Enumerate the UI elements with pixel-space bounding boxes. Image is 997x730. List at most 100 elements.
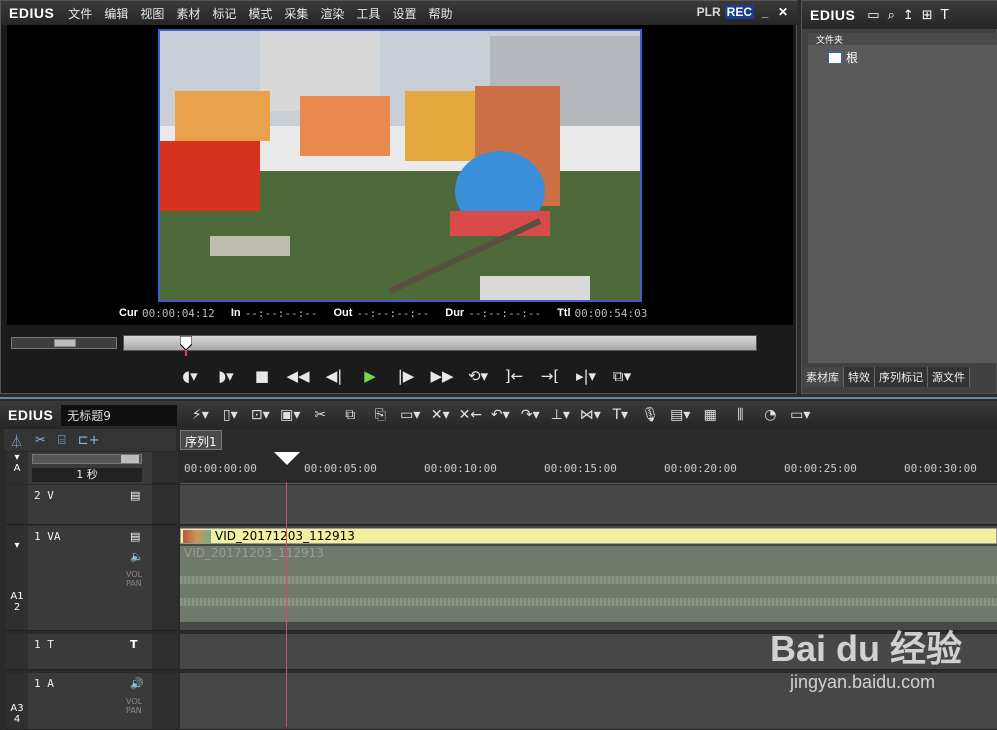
- overwrite-icon[interactable]: →[: [537, 365, 563, 387]
- sequence-tab[interactable]: 序列1: [180, 430, 222, 450]
- track-1t-side[interactable]: [6, 634, 28, 669]
- menu-settings[interactable]: 设置: [386, 5, 422, 22]
- menu-view[interactable]: 视图: [134, 5, 170, 22]
- ripple-icon[interactable]: ▸|▾: [573, 365, 599, 387]
- vol-pan-label[interactable]: VOL PAN: [126, 697, 152, 715]
- track-add-icon[interactable]: ⊏+: [78, 433, 100, 448]
- video-clip[interactable]: VID_20171203_112913: [180, 528, 997, 544]
- mixer-icon[interactable]: ⫼: [725, 407, 755, 423]
- grid-icon[interactable]: ▦: [695, 407, 725, 423]
- rewind-icon[interactable]: ◀◀: [285, 365, 311, 387]
- loop-icon[interactable]: ⟲▾: [465, 365, 491, 387]
- playhead-marker-icon[interactable]: [274, 452, 300, 466]
- replace-icon[interactable]: ▭▾: [395, 407, 425, 423]
- track-lane-1va[interactable]: VID_20171203_112913 VID_20171203_112913: [180, 526, 997, 631]
- delete-icon[interactable]: ✕▾: [425, 407, 455, 423]
- layout-icon[interactable]: ▭▾: [785, 407, 815, 423]
- search-icon[interactable]: ⌕: [888, 8, 895, 23]
- transition-icon[interactable]: ⋈▾: [575, 407, 605, 423]
- scrub-knob-icon[interactable]: [180, 336, 192, 356]
- title-tool-icon[interactable]: T▾: [605, 407, 635, 423]
- track-1va-sync[interactable]: [152, 526, 178, 631]
- tab-sequence-markers[interactable]: 序列标记: [875, 367, 928, 387]
- speaker-icon[interactable]: 🔊: [130, 677, 144, 690]
- paste-icon[interactable]: ⎘: [365, 407, 395, 423]
- step-forward-icon[interactable]: |▶: [393, 365, 419, 387]
- redo-icon[interactable]: ↷▾: [515, 407, 545, 423]
- menu-marker[interactable]: 标记: [206, 5, 242, 22]
- render-icon[interactable]: ▤▾: [665, 407, 695, 423]
- menu-render[interactable]: 渲染: [314, 5, 350, 22]
- play-icon[interactable]: ▶: [357, 365, 383, 387]
- open-icon[interactable]: ⊡▾: [245, 407, 275, 423]
- up-icon[interactable]: ↥: [903, 8, 914, 23]
- close-icon[interactable]: ✕: [776, 5, 790, 19]
- set-in-icon[interactable]: ◖▾: [177, 365, 203, 387]
- video-monitor-icon[interactable]: ▤: [130, 489, 140, 502]
- ripple-delete-icon[interactable]: ✕←: [455, 407, 485, 423]
- cut-icon[interactable]: ✂: [305, 407, 335, 423]
- new-icon[interactable]: ▯▾: [215, 407, 245, 423]
- tab-effects[interactable]: 特效: [844, 367, 875, 387]
- copy-icon[interactable]: ⧉: [335, 407, 365, 423]
- audio-clip[interactable]: VID_20171203_112913: [180, 546, 997, 622]
- menu-clip[interactable]: 素材: [170, 5, 206, 22]
- menu-file[interactable]: 文件: [62, 5, 98, 22]
- root-folder[interactable]: 根: [808, 49, 997, 66]
- track-header-2v[interactable]: 2 V ▤: [6, 485, 152, 525]
- track-header-1t[interactable]: 1 T T: [6, 634, 152, 670]
- menu-mode[interactable]: 模式: [242, 5, 278, 22]
- speaker-icon[interactable]: 🔈: [130, 550, 144, 563]
- track-1a-side[interactable]: A3 4: [6, 673, 28, 729]
- minimize-icon[interactable]: _: [758, 5, 772, 19]
- snap-icon[interactable]: ⌸: [58, 433, 66, 448]
- tab-bin[interactable]: 素材库: [802, 367, 844, 387]
- track-header-1a[interactable]: A3 4 1 A 🔊 VOL PAN: [6, 673, 152, 730]
- timeline-ruler[interactable]: 00:00:00:00 00:00:05:00 00:00:10:00 00:0…: [180, 452, 997, 484]
- mode-icon[interactable]: ⚡▾: [185, 407, 215, 423]
- add-clip-icon[interactable]: ⊞: [922, 8, 933, 23]
- fast-forward-icon[interactable]: ▶▶: [429, 365, 455, 387]
- step-back-icon[interactable]: ◀|: [321, 365, 347, 387]
- save-icon[interactable]: ▣▾: [275, 407, 305, 423]
- menu-capture[interactable]: 采集: [278, 5, 314, 22]
- mode-switch[interactable]: PLR REC _ ✕: [697, 5, 790, 19]
- track-1a-sync[interactable]: [152, 673, 178, 730]
- vol-pan-label[interactable]: VOL PAN: [126, 570, 152, 588]
- scrub-track[interactable]: [123, 335, 757, 356]
- rec-mode-label[interactable]: REC: [724, 5, 754, 19]
- ruler-sync[interactable]: [152, 452, 178, 484]
- set-out-icon[interactable]: ◗▾: [213, 365, 239, 387]
- track-2v-sync[interactable]: [152, 485, 178, 525]
- sync-icon[interactable]: ⏃: [10, 431, 23, 450]
- insert-icon[interactable]: ]←: [501, 365, 527, 387]
- menu-tools[interactable]: 工具: [350, 5, 386, 22]
- track-lane-2v[interactable]: [180, 485, 997, 525]
- mic-icon[interactable]: 🎙: [635, 407, 665, 423]
- title-track-icon[interactable]: T: [130, 638, 138, 651]
- track-1t-sync[interactable]: [152, 634, 178, 670]
- title-icon[interactable]: T: [941, 8, 949, 23]
- tab-source[interactable]: 源文件: [928, 367, 970, 387]
- zoom-slider[interactable]: [32, 454, 142, 464]
- scale-select[interactable]: 1 秒: [32, 468, 142, 482]
- track-1va-side[interactable]: ▾ A1 2: [6, 526, 28, 630]
- zoom-knob[interactable]: [121, 455, 139, 463]
- stop-icon[interactable]: ■: [249, 365, 275, 387]
- add-cut-icon[interactable]: ⊥▾: [545, 407, 575, 423]
- undo-icon[interactable]: ↶▾: [485, 407, 515, 423]
- video-monitor-icon[interactable]: ▤: [130, 530, 140, 543]
- playhead-line[interactable]: [286, 482, 287, 727]
- track-header-1va[interactable]: ▾ A1 2 1 VA ▤ 🔈 VOL PAN: [6, 526, 152, 631]
- shuttle-slider[interactable]: [11, 337, 117, 349]
- plr-mode-label[interactable]: PLR: [697, 5, 721, 19]
- link-icon[interactable]: ✂: [35, 433, 46, 448]
- folder-icon[interactable]: ▭: [867, 8, 879, 23]
- export-icon[interactable]: ⧉▾: [609, 365, 635, 387]
- ruler-lock-icon[interactable]: ▾ A: [6, 452, 28, 484]
- menu-help[interactable]: 帮助: [422, 5, 458, 22]
- track-2v-side[interactable]: [6, 485, 28, 524]
- menu-edit[interactable]: 编辑: [98, 5, 134, 22]
- shuttle-knob[interactable]: [54, 339, 76, 347]
- clock-icon[interactable]: ◔: [755, 407, 785, 423]
